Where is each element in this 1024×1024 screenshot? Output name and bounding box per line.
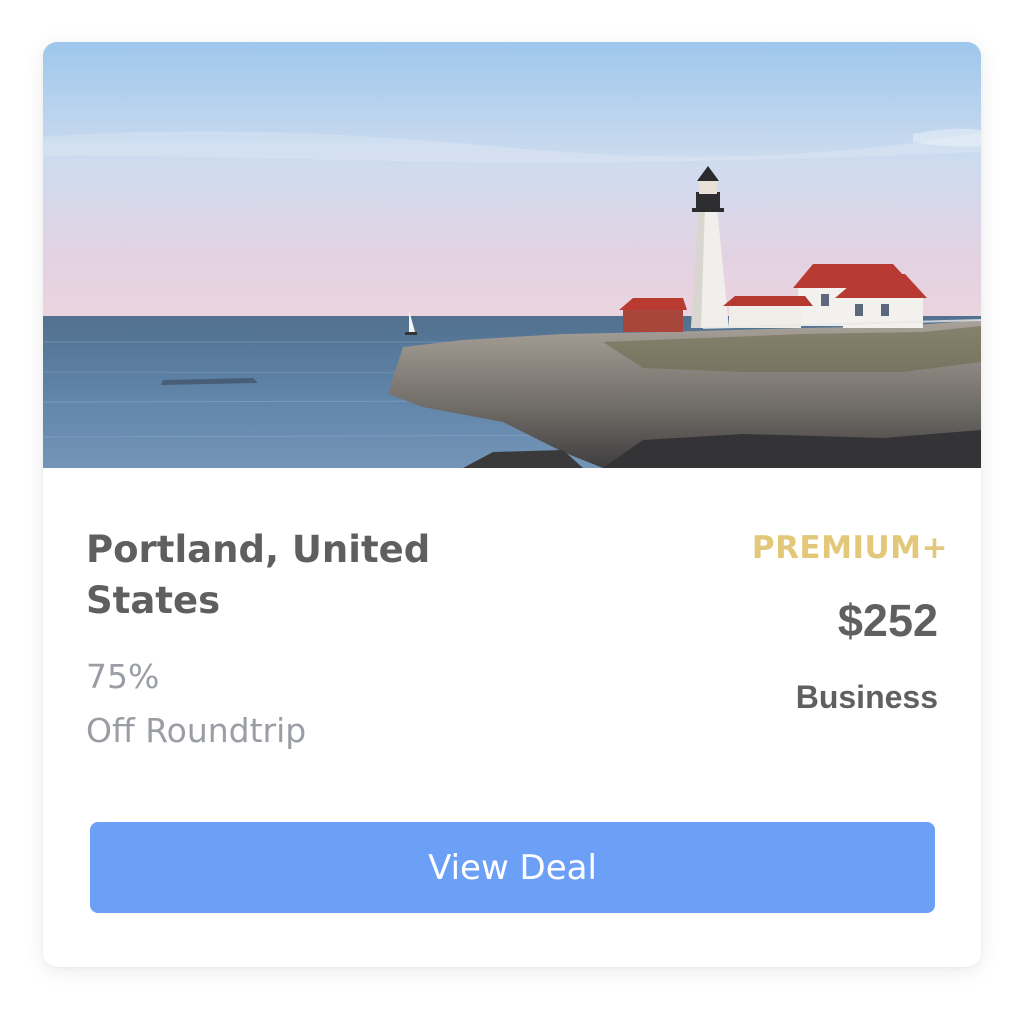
destination-title: Portland, United States [86,528,431,622]
discount-label: Off Roundtrip [86,711,307,750]
discount-percentage: 75% [86,657,160,696]
cabin-class: Business [795,679,938,715]
destination-photo [43,42,981,468]
view-deal-button[interactable]: View Deal [90,822,935,913]
deal-card: Portland, United States 75% Off Roundtri… [43,42,981,967]
tier-badge: PREMIUM+ [751,530,948,566]
deal-price: $252 [837,595,938,646]
discount-info: 75% Off Roundtrip [86,650,306,758]
